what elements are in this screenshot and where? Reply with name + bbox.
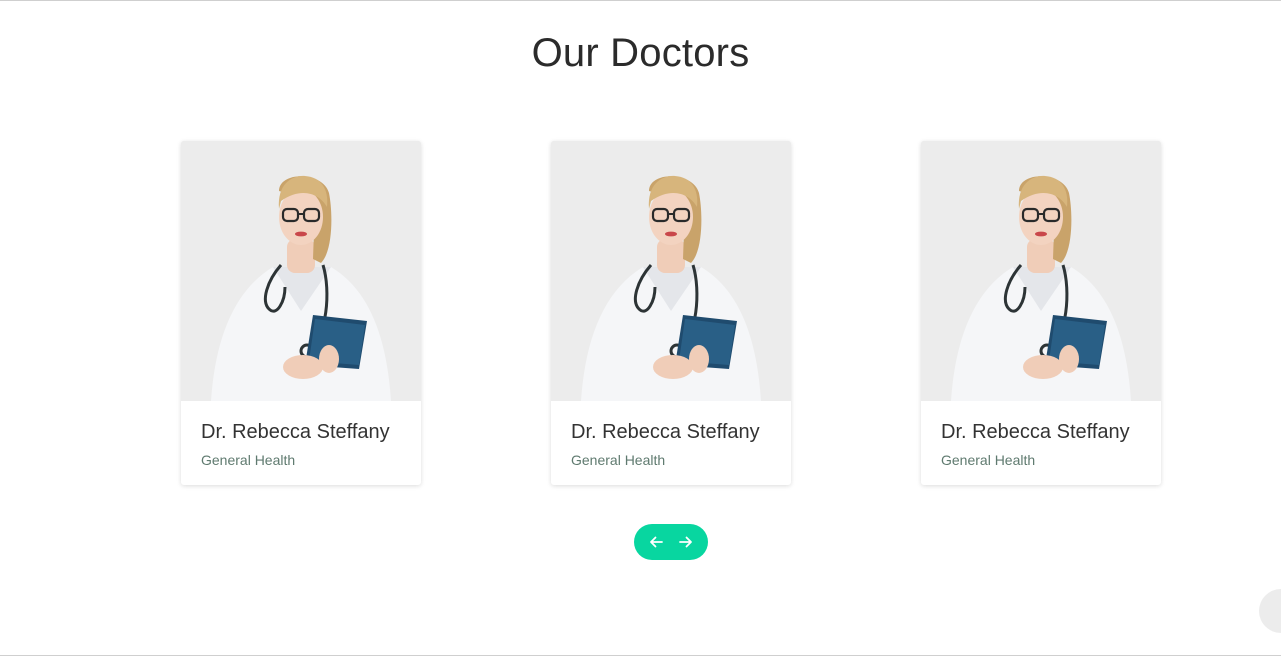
- arrow-right-icon: [679, 536, 692, 548]
- section-title: Our Doctors: [531, 31, 750, 75]
- doctor-card-body: Dr. Rebecca Steffany General Health: [551, 401, 791, 469]
- carousel-next-button[interactable]: [676, 532, 696, 552]
- doctor-card-body: Dr. Rebecca Steffany General Health: [181, 401, 421, 469]
- doctor-specialty: General Health: [571, 452, 666, 468]
- doctor-card-body: Dr. Rebecca Steffany General Health: [921, 401, 1161, 469]
- doctor-card[interactable]: Dr. Rebecca Steffany General Health: [921, 141, 1161, 485]
- scroll-to-top-button[interactable]: [1259, 589, 1281, 633]
- carousel-nav: [634, 524, 708, 560]
- doctor-name[interactable]: Dr. Rebecca Steffany: [941, 419, 1141, 445]
- doctor-card[interactable]: Dr. Rebecca Steffany General Health: [551, 141, 791, 485]
- arrow-left-icon: [650, 536, 663, 548]
- doctor-photo: [551, 141, 791, 401]
- doctor-photo: [921, 141, 1161, 401]
- doctor-specialty: General Health: [941, 452, 1036, 468]
- doctor-carousel: Dr. Rebecca Steffany General Health Dr. …: [0, 141, 1281, 485]
- doctor-card[interactable]: Dr. Rebecca Steffany General Health: [181, 141, 421, 485]
- doctor-specialty: General Health: [201, 452, 296, 468]
- doctor-name[interactable]: Dr. Rebecca Steffany: [201, 419, 401, 445]
- doctors-section: Our Doctors Dr. Rebecca Steffany General…: [0, 0, 1281, 656]
- carousel-prev-button[interactable]: [646, 532, 666, 552]
- doctor-photo: [181, 141, 421, 401]
- doctor-name[interactable]: Dr. Rebecca Steffany: [571, 419, 771, 445]
